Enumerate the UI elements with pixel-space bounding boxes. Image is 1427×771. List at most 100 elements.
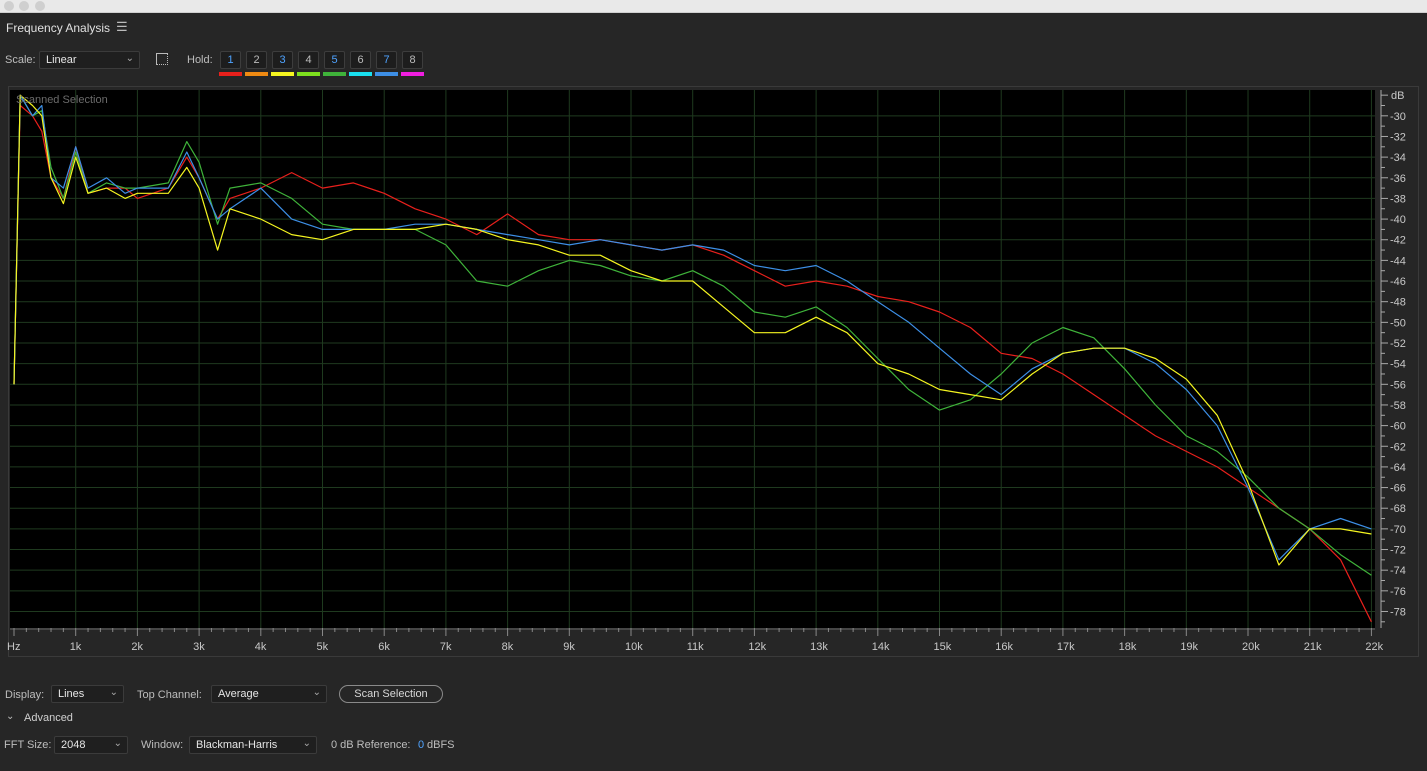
- frequency-tick-label: 4k: [255, 641, 267, 653]
- chevron-down-icon: ⌄: [312, 687, 321, 698]
- hold-color-swatch-6: [349, 72, 372, 76]
- db-axis-unit-label: dB: [1391, 90, 1404, 102]
- scan-selection-button[interactable]: Scan Selection: [339, 685, 443, 703]
- grid-lines: [10, 90, 1375, 628]
- hold-button-7[interactable]: 7: [376, 51, 397, 69]
- frequency-tick-label: 15k: [934, 641, 952, 653]
- chevron-down-icon: ⌄: [302, 738, 311, 749]
- hold-button-5[interactable]: 5: [324, 51, 345, 69]
- selection-marquee-icon[interactable]: [156, 53, 168, 65]
- frequency-tick-label: 8k: [502, 641, 514, 653]
- scanned-selection-label: Scanned Selection: [16, 94, 108, 106]
- window-select[interactable]: Blackman-Harris ⌄: [189, 736, 317, 754]
- fft-size-select[interactable]: 2048 ⌄: [54, 736, 128, 754]
- db-tick-label: -66: [1390, 483, 1406, 495]
- db-tick-label: -36: [1390, 173, 1406, 185]
- frequency-tick-label: 3k: [193, 641, 205, 653]
- db-tick-label: -70: [1390, 524, 1406, 536]
- db-tick-label: -46: [1390, 276, 1406, 288]
- frequency-tick-label: 14k: [872, 641, 890, 653]
- frequency-tick-label: 19k: [1180, 641, 1198, 653]
- advanced-chevron-icon[interactable]: ⌄: [6, 711, 14, 722]
- db-tick-label: -76: [1390, 586, 1406, 598]
- display-select[interactable]: Lines ⌄: [51, 685, 124, 703]
- frequency-tick-label: 1k: [70, 641, 82, 653]
- frequency-tick-label: 7k: [440, 641, 452, 653]
- hold-color-swatch-1: [219, 72, 242, 76]
- panel-title: Frequency Analysis: [6, 21, 111, 35]
- frequency-tick-label: 21k: [1304, 641, 1322, 653]
- hamburger-icon[interactable]: ☰: [116, 19, 128, 35]
- zero-db-reference-unit: dBFS: [427, 739, 455, 751]
- hold-button-2[interactable]: 2: [246, 51, 267, 69]
- display-label: Display:: [5, 689, 45, 701]
- frequency-tick-label: 6k: [378, 641, 390, 653]
- close-window-button[interactable]: [4, 1, 14, 11]
- frequency-tick-label: 20k: [1242, 641, 1260, 653]
- window-value: Blackman-Harris: [196, 739, 278, 751]
- hold-button-6[interactable]: 6: [350, 51, 371, 69]
- frequency-tick-label: 9k: [563, 641, 575, 653]
- frequency-tick-label: 17k: [1057, 641, 1075, 653]
- zoom-window-button[interactable]: [35, 1, 45, 11]
- hold-button-8[interactable]: 8: [402, 51, 423, 69]
- db-tick-label: -78: [1390, 606, 1406, 618]
- db-tick-label: -60: [1390, 421, 1406, 433]
- db-tick-label: -74: [1390, 565, 1406, 577]
- hold-color-swatch-8: [401, 72, 424, 76]
- hold-color-swatch-7: [375, 72, 398, 76]
- chevron-down-icon: ⌄: [109, 687, 118, 698]
- top-channel-label: Top Channel:: [137, 689, 202, 701]
- db-tick-label: -32: [1390, 131, 1406, 143]
- db-tick-label: -56: [1390, 379, 1406, 391]
- db-tick-label: -52: [1390, 338, 1406, 350]
- hold-color-swatch-5: [323, 72, 346, 76]
- db-tick-label: -44: [1390, 255, 1406, 267]
- advanced-section-toggle[interactable]: Advanced: [24, 712, 73, 724]
- window-label: Window:: [141, 739, 184, 751]
- db-tick-label: -68: [1390, 503, 1406, 515]
- db-tick-label: -58: [1390, 400, 1406, 412]
- fft-size-label: FFT Size:: [4, 739, 52, 751]
- frequency-tick-label: 12k: [748, 641, 766, 653]
- frequency-tick-label: 22k: [1365, 641, 1383, 653]
- db-tick-label: -48: [1390, 297, 1406, 309]
- frequency-spectrum-chart: dB -30 -32 -34 -36 -38 -40 -42 -44 -46 -48 -50 -52 -5…: [7, 90, 1406, 653]
- zero-db-reference-value[interactable]: 0: [418, 739, 424, 751]
- zero-db-reference-label: 0 dB Reference:: [331, 739, 411, 751]
- scale-select[interactable]: Linear ⌄: [39, 51, 140, 69]
- hold-color-swatch-2: [245, 72, 268, 76]
- frequency-tick-label: 5k: [317, 641, 329, 653]
- hold-label: Hold:: [187, 54, 213, 66]
- hold-button-4[interactable]: 4: [298, 51, 319, 69]
- chevron-down-icon: ⌄: [113, 738, 122, 749]
- db-tick-label: -54: [1390, 359, 1406, 371]
- db-tick-label: -64: [1390, 462, 1406, 474]
- db-tick-label: -30: [1390, 111, 1406, 123]
- top-channel-select[interactable]: Average ⌄: [211, 685, 327, 703]
- frequency-tick-label: 10k: [625, 641, 643, 653]
- db-tick-label: -72: [1390, 545, 1406, 557]
- frequency-tick-label: 2k: [131, 641, 143, 653]
- frequency-tick-label: Hz: [7, 641, 20, 653]
- hold-color-swatch-3: [271, 72, 294, 76]
- db-tick-label: -62: [1390, 441, 1406, 453]
- chevron-down-icon: ⌄: [125, 53, 134, 64]
- frequency-tick-label: 16k: [995, 641, 1013, 653]
- minimize-window-button[interactable]: [19, 1, 29, 11]
- db-tick-label: -40: [1390, 214, 1406, 226]
- hold-color-swatch-4: [297, 72, 320, 76]
- scale-label: Scale:: [5, 54, 36, 66]
- scale-value: Linear: [46, 54, 77, 66]
- db-tick-label: -34: [1390, 152, 1406, 164]
- hold-button-1[interactable]: 1: [220, 51, 241, 69]
- frequency-tick-label: 18k: [1119, 641, 1137, 653]
- db-tick-label: -42: [1390, 235, 1406, 247]
- display-value: Lines: [58, 688, 85, 700]
- fft-size-value: 2048: [61, 739, 86, 751]
- db-tick-label: -38: [1390, 193, 1406, 205]
- frequency-tick-label: 11k: [687, 641, 704, 653]
- hold-button-3[interactable]: 3: [272, 51, 293, 69]
- window-titlebar: [0, 0, 1427, 13]
- top-channel-value: Average: [218, 688, 259, 700]
